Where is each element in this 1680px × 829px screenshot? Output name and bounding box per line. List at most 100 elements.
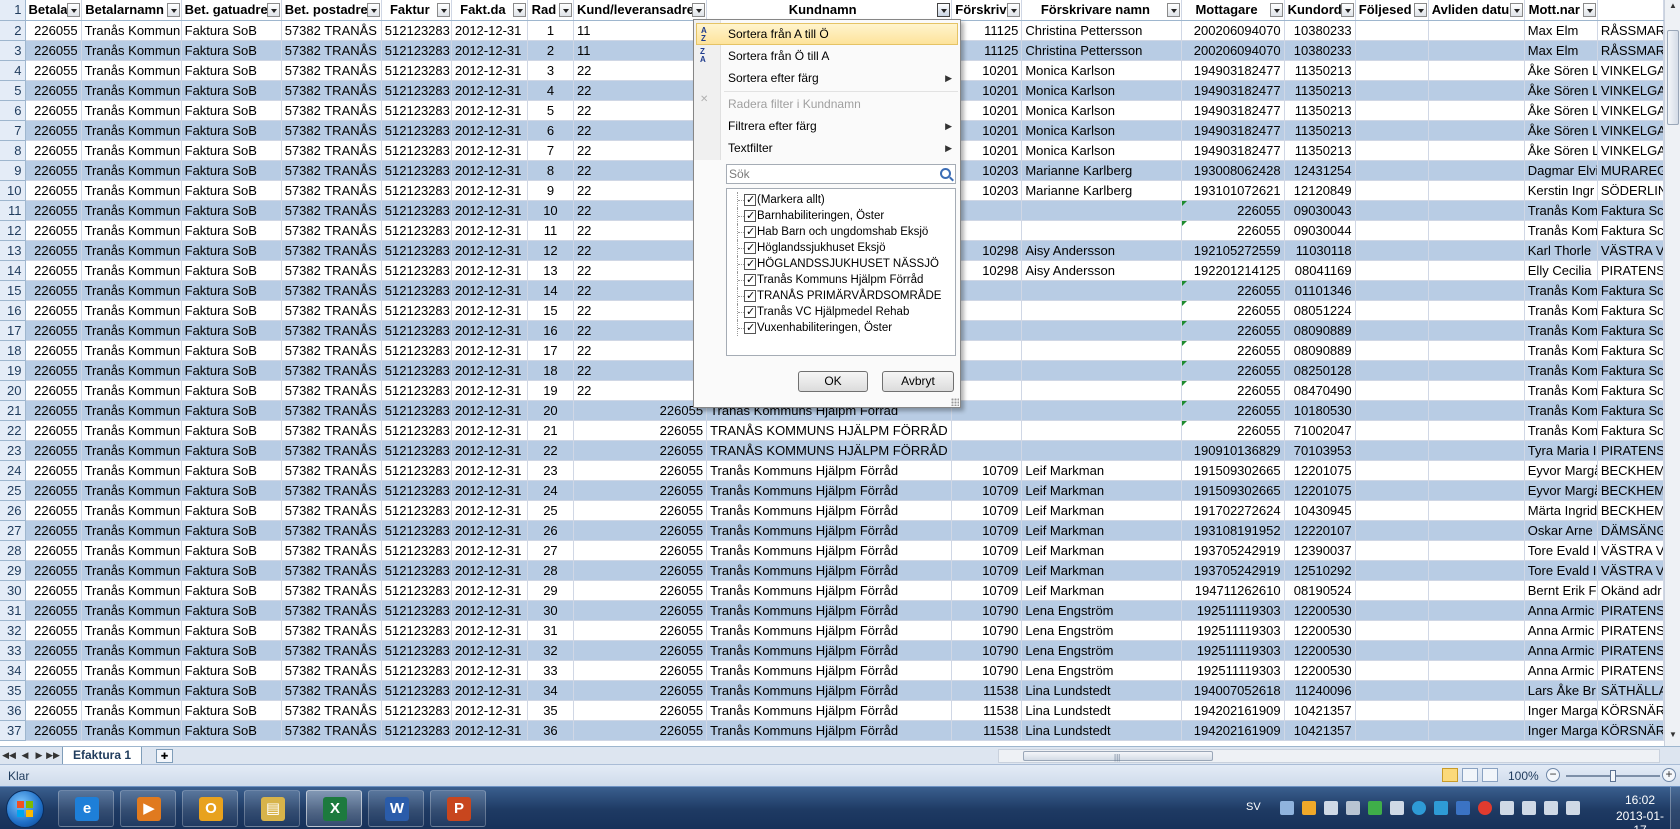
row-header[interactable]: 5 xyxy=(0,80,26,101)
cell[interactable]: Tranås Kommun xyxy=(81,160,182,181)
cell[interactable]: Faktura SoB xyxy=(181,400,282,421)
cell[interactable]: 10298 xyxy=(951,240,1023,261)
cell[interactable]: 10201 xyxy=(951,80,1023,101)
cell[interactable]: 226055 xyxy=(25,620,82,641)
action-center-icon[interactable] xyxy=(1544,801,1558,815)
zoom-in-icon[interactable]: + xyxy=(1662,768,1676,782)
cell[interactable]: 193101072621 xyxy=(1181,180,1285,201)
cell[interactable]: Tranås Kommun xyxy=(81,360,182,381)
cell[interactable]: Leif Markman xyxy=(1021,460,1183,481)
column-header[interactable]: Förskriva xyxy=(951,0,1023,21)
cell[interactable] xyxy=(1428,120,1525,141)
cell[interactable]: 226055 xyxy=(25,700,82,721)
checkbox-checked-icon[interactable] xyxy=(744,272,756,288)
cell[interactable]: Lena Engström xyxy=(1021,600,1183,621)
cell[interactable]: 2012-12-31 xyxy=(451,580,528,601)
cell[interactable]: Tranås Kommun xyxy=(81,20,182,41)
cell[interactable]: 12200530 xyxy=(1284,660,1356,681)
cell[interactable]: Tranås Kommun xyxy=(81,300,182,321)
row-header[interactable]: 22 xyxy=(0,420,26,441)
cell[interactable]: Faktura SoB xyxy=(181,60,282,81)
cell[interactable]: 4 xyxy=(527,80,574,101)
cell[interactable]: 226055 xyxy=(25,140,82,161)
cell[interactable]: 57382 TRANÅS xyxy=(281,20,382,41)
cell[interactable]: 10380233 xyxy=(1284,20,1356,41)
cell[interactable]: 2012-12-31 xyxy=(451,500,528,521)
cell[interactable]: 16 xyxy=(527,320,574,341)
cell[interactable]: 512123283 xyxy=(381,580,452,601)
filter-dropdown-icon[interactable] xyxy=(1413,3,1427,17)
cell[interactable]: Faktura SoB xyxy=(181,640,282,661)
cell[interactable]: 226055 xyxy=(25,60,82,81)
cell[interactable] xyxy=(1428,620,1525,641)
row-header[interactable]: 12 xyxy=(0,220,26,241)
cell[interactable]: Anna Armic xyxy=(1524,600,1598,621)
cell[interactable]: 57382 TRANÅS xyxy=(281,40,382,61)
explorer-taskbar-button[interactable]: ▤ xyxy=(244,790,300,827)
cell[interactable]: 22 xyxy=(573,380,708,401)
z-app-icon[interactable] xyxy=(1434,801,1448,815)
cell[interactable]: 2012-12-31 xyxy=(451,360,528,381)
cell[interactable] xyxy=(1355,340,1429,361)
filter-dropdown-icon[interactable] xyxy=(1269,3,1283,17)
filter-dropdown-icon[interactable] xyxy=(1582,3,1596,17)
cell[interactable] xyxy=(1021,400,1183,421)
vertical-scrollbar[interactable]: ▲ ▼ xyxy=(1664,0,1680,746)
checkbox-checked-icon[interactable] xyxy=(744,288,756,304)
cell[interactable] xyxy=(1428,380,1525,401)
cell[interactable]: 10709 xyxy=(951,560,1023,581)
powerpoint-taskbar-button[interactable]: P xyxy=(430,790,486,827)
cell[interactable]: Leif Markman xyxy=(1021,480,1183,501)
cell[interactable]: BECKHEMS xyxy=(1597,460,1664,481)
cell[interactable]: 08051224 xyxy=(1284,300,1356,321)
cell[interactable]: 512123283 xyxy=(381,700,452,721)
cell[interactable]: SÖDERLIN xyxy=(1597,180,1664,201)
cell[interactable]: Faktura SoB xyxy=(181,420,282,441)
cell[interactable]: Faktura SoB xyxy=(181,240,282,261)
cell[interactable] xyxy=(1428,320,1525,341)
cell[interactable]: 226055 xyxy=(573,400,708,421)
cell[interactable]: TRANÅS KOMMUNS HJÄLPM FÖRRÅD xyxy=(706,440,953,461)
row-header[interactable]: 35 xyxy=(0,680,26,701)
row-header[interactable]: 34 xyxy=(0,660,26,681)
row-header[interactable]: 33 xyxy=(0,640,26,661)
cell[interactable]: 11538 xyxy=(951,720,1023,741)
security-icon[interactable] xyxy=(1478,801,1492,815)
scroll-up-icon[interactable]: ▲ xyxy=(1666,1,1680,15)
cell[interactable]: 226055 xyxy=(573,700,708,721)
cell[interactable]: Tranås Kommun xyxy=(81,340,182,361)
cell[interactable]: Eyvor Margå xyxy=(1524,460,1598,481)
cell[interactable]: 57382 TRANÅS xyxy=(281,260,382,281)
cell[interactable]: 2012-12-31 xyxy=(451,660,528,681)
cell[interactable] xyxy=(1355,640,1429,661)
cell[interactable]: 11125 xyxy=(951,20,1023,41)
monitor-icon[interactable] xyxy=(1390,801,1404,815)
cell[interactable] xyxy=(1355,620,1429,641)
cell[interactable]: 226055 xyxy=(1181,300,1285,321)
row-header[interactable]: 6 xyxy=(0,100,26,121)
cell[interactable]: 22 xyxy=(573,260,708,281)
cell[interactable]: 11350213 xyxy=(1284,120,1356,141)
zoom-level[interactable]: 100% xyxy=(1508,769,1539,783)
column-header[interactable]: Bet. postadre xyxy=(281,0,382,21)
chat-icon[interactable] xyxy=(1456,801,1470,815)
cell[interactable]: Karl Thorle xyxy=(1524,240,1598,261)
cell[interactable]: Faktura SoB xyxy=(181,660,282,681)
cell[interactable]: 226055 xyxy=(573,620,708,641)
cell[interactable] xyxy=(1355,460,1429,481)
cell[interactable] xyxy=(951,280,1023,301)
column-header[interactable]: Mott.nar xyxy=(1524,0,1598,21)
cell[interactable] xyxy=(1021,300,1183,321)
cell[interactable]: Åke Sören L xyxy=(1524,120,1598,141)
cell[interactable] xyxy=(951,380,1023,401)
cell[interactable]: 2012-12-31 xyxy=(451,460,528,481)
cell[interactable]: 27 xyxy=(527,540,574,561)
sort-ascending-item[interactable]: AZ Sortera från A till Ö xyxy=(696,23,958,45)
cell[interactable]: Faktura SoB xyxy=(181,260,282,281)
cell[interactable]: 193008062428 xyxy=(1181,160,1285,181)
cell[interactable]: 192511119303 xyxy=(1181,640,1285,661)
cell[interactable]: 22 xyxy=(573,320,708,341)
row-header[interactable]: 37 xyxy=(0,720,26,741)
cell[interactable]: 2012-12-31 xyxy=(451,260,528,281)
cell[interactable]: Faktura SoB xyxy=(181,580,282,601)
